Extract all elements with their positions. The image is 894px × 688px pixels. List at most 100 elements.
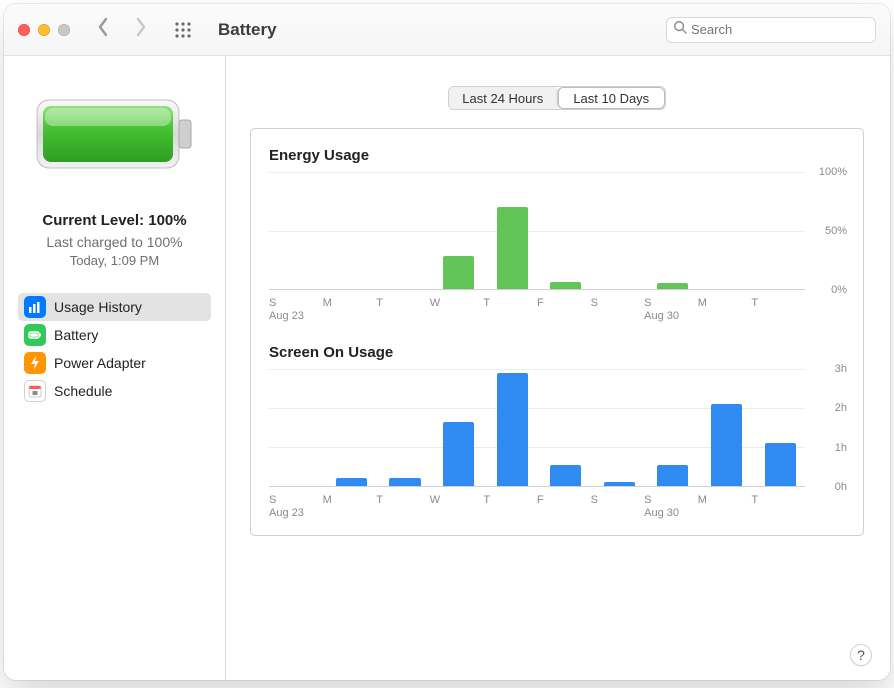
x-tick: T [376, 491, 430, 519]
y-tick: 3h [835, 363, 847, 375]
bar-slot [269, 369, 323, 486]
x-tick: T [483, 491, 537, 519]
bar [657, 465, 688, 486]
schedule-icon [24, 380, 46, 402]
y-tick: 2h [835, 402, 847, 414]
bar-slot [483, 172, 537, 289]
bar-slot [376, 369, 430, 486]
sidebar-item-power-adapter[interactable]: Power Adapter [18, 349, 211, 377]
window-title: Battery [218, 20, 277, 40]
zoom-button[interactable] [58, 24, 70, 36]
preferences-window: Battery [4, 4, 890, 680]
x-tick: M [323, 294, 377, 322]
search-input[interactable] [691, 22, 869, 37]
bar-slot [323, 172, 377, 289]
search-icon [673, 20, 687, 39]
bar [657, 283, 688, 289]
x-tick: M [698, 491, 752, 519]
battery-last-charged-label: Last charged to 100% [42, 232, 186, 252]
x-tick: T [376, 294, 430, 322]
window-body: Current Level: 100% Last charged to 100%… [4, 56, 890, 680]
screen-y-axis: 3h 2h 1h 0h [807, 369, 847, 487]
help-icon: ? [857, 647, 865, 663]
nav-forward-button[interactable] [134, 17, 148, 42]
x-tick: T [483, 294, 537, 322]
nav-back-button[interactable] [96, 17, 110, 42]
x-tick: T [751, 491, 805, 519]
window-controls [18, 24, 70, 36]
screen-on-usage-title: Screen On Usage [269, 344, 847, 361]
x-tick: T [751, 294, 805, 322]
charts-card: Energy Usage 100% 50% 0% SAug 23MTWTFS [250, 128, 864, 536]
sidebar-item-label: Schedule [54, 383, 112, 399]
main-content: Last 24 Hours Last 10 Days Energy Usage [226, 56, 890, 680]
x-tick: W [430, 491, 484, 519]
screen-on-usage-chart: 3h 2h 1h 0h SAug 23MTWTFSSAug 30MT [269, 369, 847, 519]
bar [604, 482, 635, 486]
nav-arrows [96, 17, 148, 42]
minimize-button[interactable] [38, 24, 50, 36]
bar [443, 256, 474, 289]
time-range-segmented: Last 24 Hours Last 10 Days [448, 86, 666, 110]
battery-icon [24, 324, 46, 346]
sidebar: Current Level: 100% Last charged to 100%… [4, 56, 226, 680]
energy-usage-chart: 100% 50% 0% SAug 23MTWTFSSAug 30MT [269, 172, 847, 322]
segment-last-10-days[interactable]: Last 10 Days [557, 87, 666, 109]
x-tick: S [591, 491, 645, 519]
y-tick: 0% [831, 284, 847, 296]
x-tick: S [591, 294, 645, 322]
bar [711, 404, 742, 486]
bar-slot [430, 369, 484, 486]
bar-slot [644, 369, 698, 486]
x-tick: M [698, 294, 752, 322]
bar-slot [591, 172, 645, 289]
bar [336, 478, 367, 486]
bar-slot [376, 172, 430, 289]
x-tick: SAug 30 [644, 491, 698, 519]
energy-usage-title: Energy Usage [269, 147, 847, 164]
screen-plot [269, 369, 805, 487]
x-tick: M [323, 491, 377, 519]
bar [389, 478, 420, 486]
bar-slot [698, 172, 752, 289]
y-tick: 50% [825, 225, 847, 237]
energy-y-axis: 100% 50% 0% [807, 172, 847, 290]
bar [497, 373, 528, 486]
battery-status: Current Level: 100% Last charged to 100%… [42, 210, 186, 271]
x-tick: SAug 23 [269, 294, 323, 322]
x-tick: SAug 23 [269, 491, 323, 519]
y-tick: 1h [835, 442, 847, 454]
close-button[interactable] [18, 24, 30, 36]
bar-slot [537, 369, 591, 486]
battery-illustration [35, 94, 195, 174]
bar [550, 282, 581, 289]
search-field[interactable] [666, 17, 876, 43]
help-button[interactable]: ? [850, 644, 872, 666]
x-tick: F [537, 294, 591, 322]
usage-history-icon [24, 296, 46, 318]
segment-last-24-hours[interactable]: Last 24 Hours [449, 87, 557, 109]
y-tick: 0h [835, 481, 847, 493]
screen-x-axis: SAug 23MTWTFSSAug 30MT [269, 491, 805, 519]
sidebar-item-label: Battery [54, 327, 98, 343]
sidebar-item-label: Usage History [54, 299, 142, 315]
bar-slot [751, 172, 805, 289]
x-tick: SAug 30 [644, 294, 698, 322]
sidebar-item-label: Power Adapter [54, 355, 146, 371]
x-tick: F [537, 491, 591, 519]
bar [550, 465, 581, 486]
energy-plot [269, 172, 805, 290]
sidebar-item-usage-history[interactable]: Usage History [18, 293, 211, 321]
sidebar-item-schedule[interactable]: Schedule [18, 377, 211, 405]
toolbar: Battery [4, 4, 890, 56]
power-adapter-icon [24, 352, 46, 374]
bar-slot [591, 369, 645, 486]
bar [497, 207, 528, 289]
screen-on-usage-section: Screen On Usage 3h 2h 1h 0h [269, 344, 847, 519]
bar-slot [323, 369, 377, 486]
bar-slot [644, 172, 698, 289]
show-all-button[interactable] [174, 21, 192, 39]
bar-slot [698, 369, 752, 486]
y-tick: 100% [819, 166, 847, 178]
sidebar-item-battery[interactable]: Battery [18, 321, 211, 349]
